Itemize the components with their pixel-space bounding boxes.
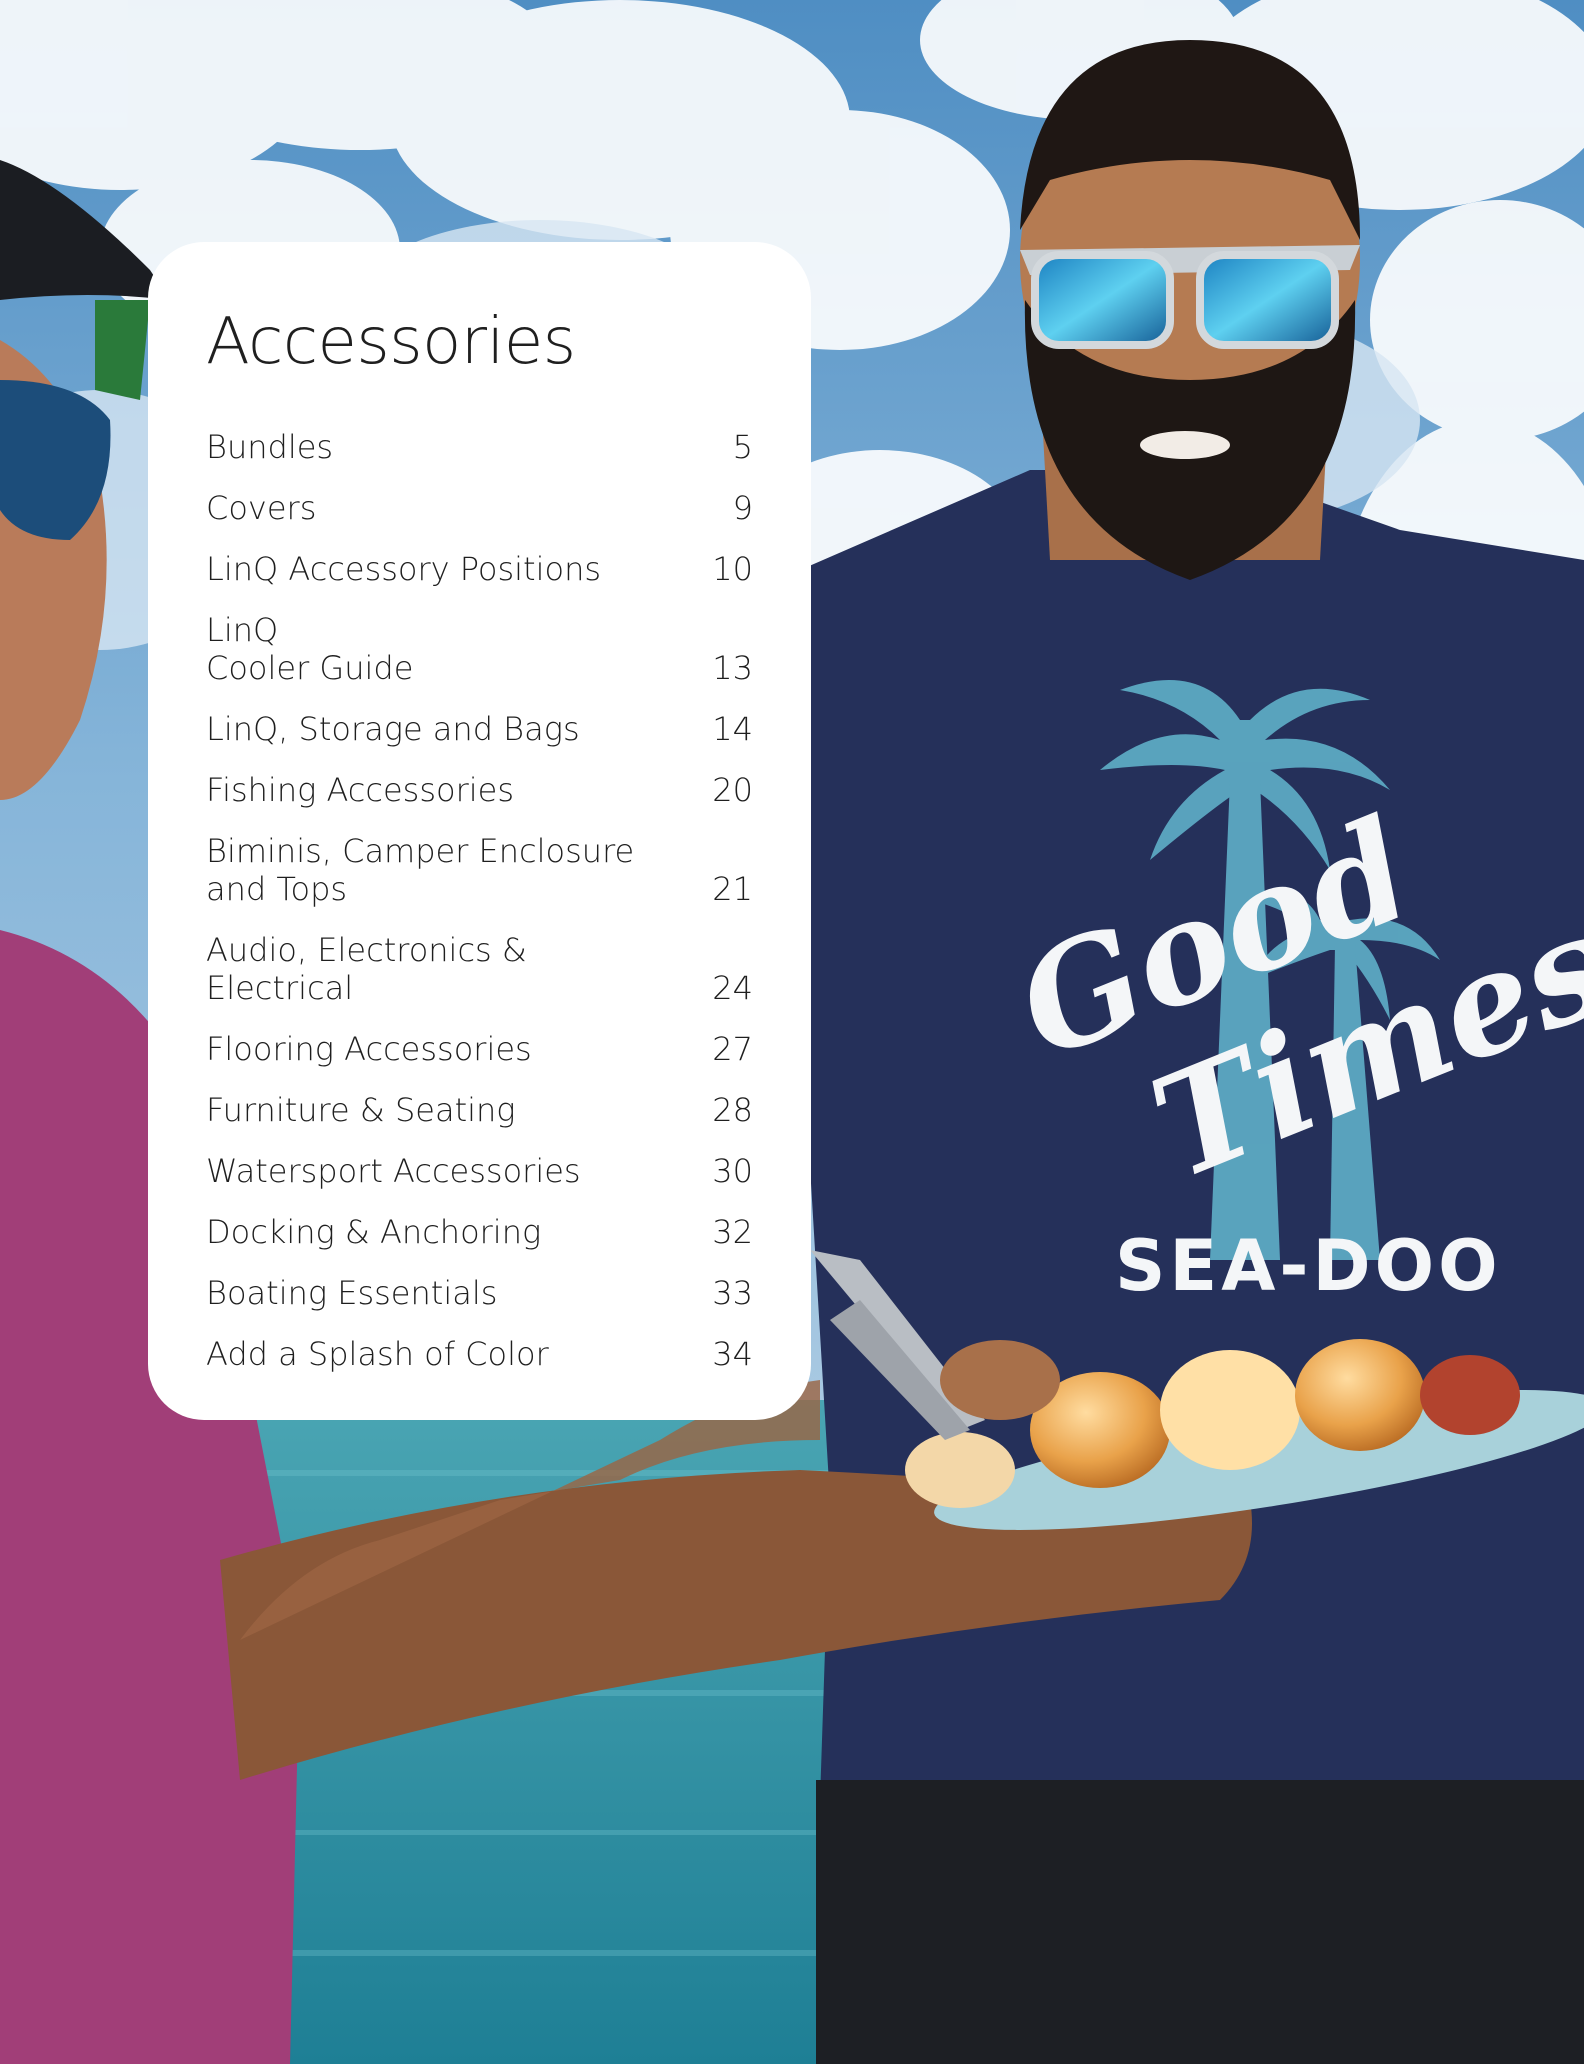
table-of-contents-card: Accessories Bundles 5 Covers 9 LinQ Accessor… xyxy=(148,242,811,1420)
toc-entry-label: Watersport Accessories xyxy=(206,1152,581,1190)
toc-entry[interactable]: LinQ Accessory Positions 10 xyxy=(206,550,753,588)
toc-entry-page-number: 20 xyxy=(712,771,753,809)
toc-entry-page-number: 28 xyxy=(712,1091,753,1129)
toc-entry-page-number: 10 xyxy=(712,550,753,588)
toc-entry-page-number: 34 xyxy=(712,1335,753,1373)
toc-entry-page-number: 33 xyxy=(712,1274,753,1312)
toc-entry-label: Furniture & Seating xyxy=(206,1091,516,1129)
toc-entry-page-number: 5 xyxy=(732,428,753,466)
toc-entry[interactable]: LinQ, Storage and Bags 14 xyxy=(206,710,753,748)
toc-entry[interactable]: Audio, Electronics & Electrical 24 xyxy=(206,931,753,1007)
toc-entry-page-number: 14 xyxy=(712,710,753,748)
toc-entry[interactable]: Fishing Accessories 20 xyxy=(206,771,753,809)
toc-entry-label: LinQ Accessory Positions xyxy=(206,550,602,588)
toc-entry-page-number: 9 xyxy=(732,489,753,527)
toc-entry-label: Biminis, Camper Enclosure and Tops xyxy=(206,832,635,908)
toc-entry-page-number: 24 xyxy=(712,969,753,1007)
toc-entry[interactable]: Flooring Accessories 27 xyxy=(206,1030,753,1068)
toc-list: Bundles 5 Covers 9 LinQ Accessory Positions 1… xyxy=(206,428,753,1373)
toc-title: Accessories xyxy=(206,305,576,379)
toc-entry[interactable]: Add a Splash of Color 34 xyxy=(206,1335,753,1373)
toc-entry[interactable]: Biminis, Camper Enclosure and Tops 21 xyxy=(206,832,753,908)
shirt-brand-logo: SEA-DOO xyxy=(1115,1225,1502,1307)
toc-entry-label: Bundles xyxy=(206,428,334,466)
toc-entry-label: Flooring Accessories xyxy=(206,1030,532,1068)
toc-entry-page-number: 27 xyxy=(712,1030,753,1068)
toc-entry-page-number: 32 xyxy=(712,1213,753,1251)
toc-entry[interactable]: Bundles 5 xyxy=(206,428,753,466)
toc-entry-label: Fishing Accessories xyxy=(206,771,514,809)
toc-entry-page-number: 21 xyxy=(712,870,753,908)
toc-entry-label: Covers xyxy=(206,489,317,527)
toc-entry-page-number: 30 xyxy=(712,1152,753,1190)
toc-entry-label: LinQ, Storage and Bags xyxy=(206,710,580,748)
toc-entry[interactable]: Covers 9 xyxy=(206,489,753,527)
toc-entry-page-number: 13 xyxy=(712,649,753,687)
toc-entry-label: LinQ Cooler Guide xyxy=(206,611,414,687)
toc-entry[interactable]: LinQ Cooler Guide 13 xyxy=(206,611,753,687)
toc-entry-label: Audio, Electronics & Electrical xyxy=(206,931,527,1007)
toc-entry[interactable]: Watersport Accessories 30 xyxy=(206,1152,753,1190)
toc-entry[interactable]: Docking & Anchoring 32 xyxy=(206,1213,753,1251)
toc-entry-label: Docking & Anchoring xyxy=(206,1213,542,1251)
toc-entry[interactable]: Furniture & Seating 28 xyxy=(206,1091,753,1129)
toc-entry[interactable]: Boating Essentials 33 xyxy=(206,1274,753,1312)
toc-entry-label: Add a Splash of Color xyxy=(206,1335,549,1373)
toc-entry-label: Boating Essentials xyxy=(206,1274,498,1312)
